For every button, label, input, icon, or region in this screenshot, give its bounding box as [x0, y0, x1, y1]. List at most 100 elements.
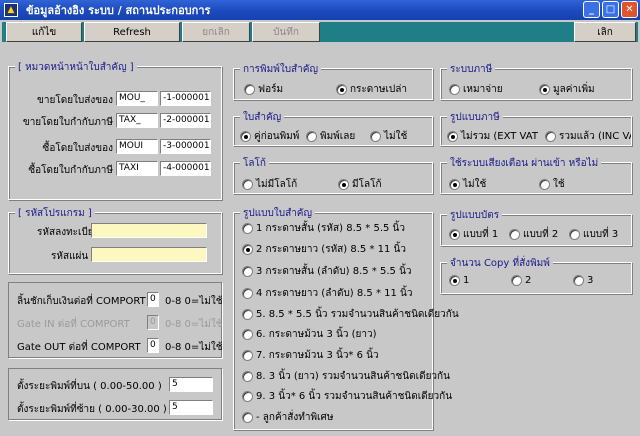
number-input[interactable]: -4-000001 [160, 161, 211, 176]
logo-option-none[interactable]: ไม่มีโลโก้ [242, 177, 297, 192]
radio-button[interactable] [242, 309, 253, 320]
doc-format-option[interactable]: 2 กระดาษยาว (รหัส) 8.5 * 11 นิ้ว [242, 242, 406, 257]
comport-input[interactable]: 0 [147, 292, 159, 307]
radio-button[interactable] [242, 179, 253, 190]
tax-format-option-inc[interactable]: รวมแล้ว (INC VAT [545, 129, 631, 144]
disk-code-input[interactable] [91, 247, 207, 262]
radio-button[interactable] [240, 131, 251, 142]
doc-format-option[interactable]: 1 กระดาษสั้น (รหัส) 8.5 * 5.5 นิ้ว [242, 221, 405, 236]
alarm-option-no[interactable]: ไม่ใช้ [449, 177, 486, 192]
radio-button[interactable] [242, 371, 253, 382]
card-format-option[interactable]: แบบที่ 2 [509, 227, 558, 242]
radio-label: รวมแล้ว (INC VAT [559, 131, 631, 142]
cancel-button[interactable]: ยกเลิก [182, 22, 250, 42]
disk-code-label: รหัสแผ่น [51, 251, 89, 262]
exit-button[interactable]: เลิก [574, 22, 636, 42]
print-doc-option-blank[interactable]: กระดาษเปล่า [336, 82, 407, 97]
radio-button[interactable] [449, 84, 460, 95]
tax-format-option-ext[interactable]: ไม่รวม (EXT VAT [447, 129, 538, 144]
radio-button[interactable] [242, 412, 253, 423]
doc-format-option[interactable]: - ลูกค้าสั่งทำพิเศษ [242, 410, 333, 425]
number-input[interactable]: -1-000001 [160, 91, 211, 106]
card-format-title: รูปแบบบัตร [447, 208, 503, 223]
tax-system-option-vat[interactable]: มูลค่าเพิ่ม [539, 82, 595, 97]
doc-type-option-preview[interactable]: คู่ก่อนพิมพ์ [240, 129, 299, 144]
comport-input[interactable]: 0 [147, 338, 159, 353]
radio-button[interactable] [511, 275, 522, 286]
edit-button[interactable]: แก้ไข [6, 22, 82, 42]
minimize-button[interactable]: _ [583, 1, 600, 18]
save-button[interactable]: บันทึก [252, 22, 320, 42]
radio-button[interactable] [449, 275, 460, 286]
radio-label: แบบที่ 2 [523, 229, 559, 240]
top-margin-input[interactable]: 5 [169, 377, 213, 392]
radio-button[interactable] [338, 179, 349, 190]
radio-button[interactable] [242, 350, 253, 361]
print-doc-group: การพิมพ์ใบสำคัญ ฟอร์ม กระดาษเปล่า [233, 62, 433, 100]
radio-label: ฟอร์ม [258, 84, 284, 95]
prefix-group: [ หมวดหน้าหน้าใบสำคัญ ] ขายโดยใบส่งของ M… [8, 60, 222, 200]
radio-label: มูลค่าเพิ่ม [553, 84, 595, 95]
doc-format-option[interactable]: 7. กระดาษม้วน 3 นิ้ว* 6 นิ้ว [242, 348, 379, 363]
doc-format-option[interactable]: 5. 8.5 * 5.5 นิ้ว รวมจำนวนสินค้าชนิดเดีย… [242, 307, 459, 322]
radio-button[interactable] [573, 275, 584, 286]
number-input[interactable]: -3-000001 [160, 139, 211, 154]
radio-button[interactable] [370, 131, 381, 142]
radio-button[interactable] [569, 229, 580, 240]
alarm-option-yes[interactable]: ใช้ [539, 177, 565, 192]
card-format-option[interactable]: แบบที่ 3 [569, 227, 618, 242]
maximize-button[interactable]: □ [602, 1, 619, 18]
print-doc-option-form[interactable]: ฟอร์ม [244, 82, 283, 97]
doc-format-option[interactable]: 6. กระดาษม้วน 3 นิ้ว (ยาว) [242, 327, 377, 342]
radio-button[interactable] [306, 131, 317, 142]
radio-button[interactable] [509, 229, 520, 240]
logo-option-has[interactable]: มีโลโก้ [338, 177, 382, 192]
radio-button[interactable] [539, 179, 550, 190]
doc-format-option[interactable]: 3 กระดาษสั้น (ลำดับ) 8.5 * 5.5 นิ้ว [242, 264, 412, 279]
prefix-row-label: ขายโดยใบส่งของ [37, 95, 113, 106]
close-button[interactable]: ✕ [621, 1, 638, 18]
prefix-input[interactable]: MOU_ [116, 91, 158, 106]
doc-format-option[interactable]: 9. 3 นิ้ว* 6 นิ้ว รวมจำนวนสินค้าชนิดเดีย… [242, 389, 452, 404]
radio-button[interactable] [336, 84, 347, 95]
comport-input[interactable]: 0 [147, 315, 159, 330]
doc-format-option[interactable]: 4 กระดาษยาว (ลำดับ) 8.5 * 11 นิ้ว [242, 286, 413, 301]
copy-count-option[interactable]: 2 [511, 275, 531, 286]
radio-button[interactable] [545, 131, 556, 142]
radio-label: ไม่รวม (EXT VAT [461, 131, 538, 142]
comport-hint: 0-8 0=ไม่ใช้ [165, 296, 223, 307]
copy-count-option[interactable]: 3 [573, 275, 593, 286]
refresh-button[interactable]: Refresh [84, 22, 180, 42]
radio-button[interactable] [449, 179, 460, 190]
doc-type-option-print[interactable]: พิมพ์เลย [306, 129, 355, 144]
radio-label: มีโลโก้ [352, 179, 382, 190]
left-margin-input[interactable]: 5 [169, 400, 213, 415]
radio-button[interactable] [242, 266, 253, 277]
radio-button[interactable] [449, 229, 460, 240]
radio-label: 8. 3 นิ้ว (ยาว) รวมจำนวนสินค้าชนิดเดียวก… [256, 371, 450, 382]
radio-label: 1 [463, 275, 470, 286]
program-code-group: [ รหัสโปรแกรม ] รหัสลงทะเบียน รหัสแผ่น [8, 206, 222, 274]
prefix-input[interactable]: TAXI [116, 161, 158, 176]
prefix-input[interactable]: TAX_ [116, 113, 158, 128]
doc-format-option[interactable]: 8. 3 นิ้ว (ยาว) รวมจำนวนสินค้าชนิดเดียวก… [242, 369, 450, 384]
radio-button[interactable] [539, 84, 550, 95]
register-code-input[interactable] [91, 223, 207, 238]
tax-format-group: รูปแบบภาษี ไม่รวม (EXT VAT รวมแล้ว (INC … [440, 110, 632, 146]
radio-button[interactable] [242, 391, 253, 402]
radio-button[interactable] [244, 84, 255, 95]
prefix-input[interactable]: MOUI [116, 139, 158, 154]
radio-button[interactable] [242, 244, 253, 255]
radio-button[interactable] [242, 288, 253, 299]
number-input[interactable]: -2-000001 [160, 113, 211, 128]
radio-label: 3 [587, 275, 594, 286]
radio-button[interactable] [447, 131, 458, 142]
toolbar: แก้ไข Refresh ยกเลิก บันทึก เลิก [2, 22, 638, 42]
comport-label: Gate IN ต่อที่ COMPORT [17, 319, 130, 330]
radio-button[interactable] [242, 223, 253, 234]
copy-count-option[interactable]: 1 [449, 275, 469, 286]
card-format-option[interactable]: แบบที่ 1 [449, 227, 498, 242]
doc-type-option-none[interactable]: ไม่ใช้ [370, 129, 407, 144]
radio-button[interactable] [242, 329, 253, 340]
tax-system-option-lump[interactable]: เหมาจ่าย [449, 82, 503, 97]
